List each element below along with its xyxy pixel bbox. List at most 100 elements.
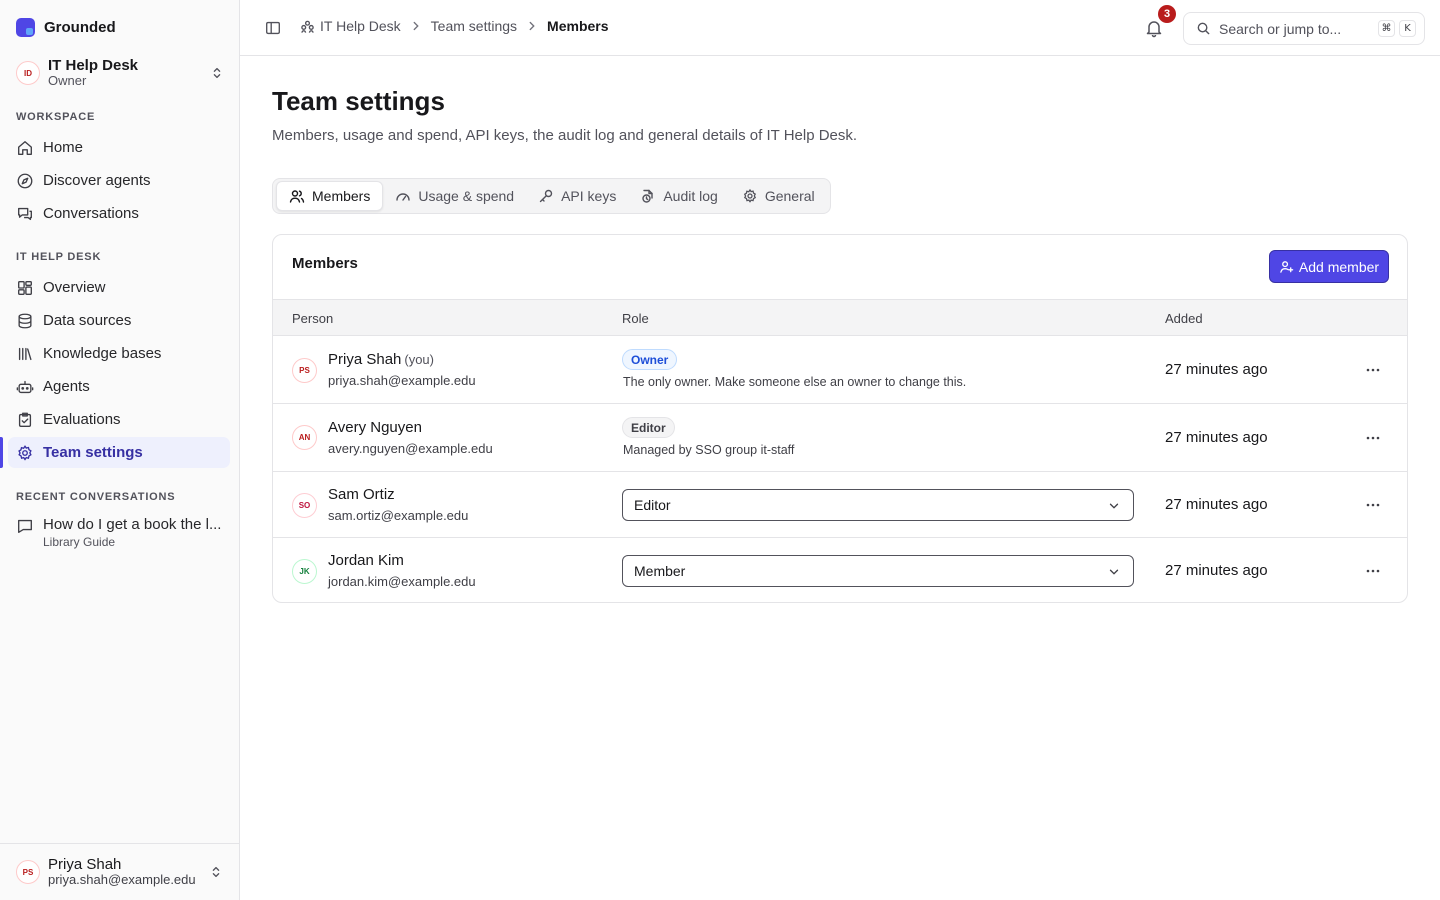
sidebar-item-team-settings[interactable]: Team settings xyxy=(8,437,230,468)
team-icon xyxy=(301,20,314,33)
tab-label: Usage & spend xyxy=(418,188,515,204)
robot-icon xyxy=(16,380,34,393)
breadcrumb: IT Help Desk Team settings Members xyxy=(300,18,609,34)
user-name: Priya Shah xyxy=(48,855,122,873)
add-member-button[interactable]: Add member xyxy=(1269,250,1389,283)
brand[interactable]: Grounded xyxy=(16,18,116,37)
sidebar-item-label: Conversations xyxy=(43,205,139,222)
sidebar-item-label: Discover agents xyxy=(43,172,151,189)
sidebar-item-conversations[interactable]: Conversations xyxy=(8,198,230,229)
search-placeholder: Search or jump to... xyxy=(1219,20,1342,37)
dashboard-icon xyxy=(18,280,32,295)
recent-conversation-agent: Library Guide xyxy=(43,535,116,549)
tab-members[interactable]: Members xyxy=(276,181,384,211)
sidebar-item-label: Knowledge bases xyxy=(43,345,162,362)
tab-label: API keys xyxy=(561,188,617,204)
recent-conversation-item[interactable]: How do I get a book the l... Library Gui… xyxy=(8,512,230,554)
chevron-right-icon xyxy=(413,21,419,31)
chevron-down-icon xyxy=(1109,503,1119,509)
section-label-workspace: WORKSPACE xyxy=(16,111,96,123)
section-label-team: IT HELP DESK xyxy=(16,251,102,263)
sidebar-item-label: Agents xyxy=(43,378,90,395)
avatar: AN xyxy=(292,425,317,450)
member-name: Sam Ortiz xyxy=(328,486,395,503)
sidebar-item-knowledge-bases[interactable]: Knowledge bases xyxy=(8,338,230,369)
more-options-icon[interactable] xyxy=(1363,428,1383,448)
notification-count-badge: 3 xyxy=(1158,5,1176,23)
sidebar-item-label: Evaluations xyxy=(43,411,121,428)
shortcut-key-k: K xyxy=(1399,20,1416,37)
sidebar-item-data-sources[interactable]: Data sources xyxy=(8,305,230,336)
search-input[interactable]: Search or jump to... ⌘ K xyxy=(1183,12,1425,45)
workspace-name: IT Help Desk xyxy=(48,56,139,74)
sidebar-toggle-icon[interactable] xyxy=(264,19,282,37)
tab-general[interactable]: General xyxy=(730,181,827,211)
chat-bubble-icon xyxy=(18,519,32,533)
member-name-text: Priya Shah xyxy=(328,351,402,368)
main-content: IT Help Desk Team settings Members 3 Sea… xyxy=(240,0,1440,900)
library-icon xyxy=(18,347,32,360)
role-note: Managed by SSO group it-staff xyxy=(623,443,795,457)
sidebar-item-overview[interactable]: Overview xyxy=(8,272,230,303)
table-row: JK Jordan Kim jordan.kim@example.edu Mem… xyxy=(273,538,1407,602)
role-note: The only owner. Make someone else an own… xyxy=(623,375,967,389)
tab-usage-spend[interactable]: Usage & spend xyxy=(383,181,526,211)
app-root: Grounded ID IT Help Desk Owner WORKSPACE… xyxy=(0,0,1440,900)
workspace-avatar: ID xyxy=(16,61,40,85)
grounded-logo-icon xyxy=(16,18,35,37)
added-time: 27 minutes ago xyxy=(1165,496,1268,513)
added-time: 27 minutes ago xyxy=(1165,429,1268,446)
search-icon xyxy=(1197,22,1210,35)
breadcrumb-team-settings[interactable]: Team settings xyxy=(431,18,517,34)
you-tag: (you) xyxy=(404,352,434,367)
compass-icon xyxy=(17,173,33,188)
sidebar-item-home[interactable]: Home xyxy=(8,132,230,163)
sidebar-item-discover-agents[interactable]: Discover agents xyxy=(8,165,230,196)
add-member-label: Add member xyxy=(1298,258,1380,275)
sidebar-item-evaluations[interactable]: Evaluations xyxy=(8,404,230,435)
sidebar-item-label: Data sources xyxy=(43,312,132,329)
tab-api-keys[interactable]: API keys xyxy=(526,181,628,211)
page-title: Team settings xyxy=(272,86,445,116)
more-options-icon[interactable] xyxy=(1363,495,1383,515)
role-select[interactable]: Member xyxy=(622,555,1134,587)
database-icon xyxy=(18,313,32,328)
chevron-up-down-icon xyxy=(212,866,220,878)
member-email: sam.ortiz@example.edu xyxy=(328,508,469,523)
role-select[interactable]: Editor xyxy=(622,489,1134,521)
member-email: priya.shah@example.edu xyxy=(328,373,476,388)
member-email: jordan.kim@example.edu xyxy=(328,574,476,589)
user-menu[interactable]: PS Priya Shah priya.shah@example.edu xyxy=(0,843,239,900)
tab-audit-log[interactable]: Audit log xyxy=(628,181,729,211)
member-name: Priya Shah (you) xyxy=(328,351,434,368)
sidebar-item-label: Overview xyxy=(43,279,106,296)
settings-tabs: Members Usage & spend API keys Audit log… xyxy=(272,178,831,214)
table-row: PS Priya Shah (you) priya.shah@example.ed… xyxy=(273,336,1407,404)
more-options-icon[interactable] xyxy=(1363,360,1383,380)
brand-name: Grounded xyxy=(44,19,116,36)
members-card: Members Add member Person Role Added PS … xyxy=(272,234,1408,603)
role-badge-editor: Editor xyxy=(622,417,675,438)
more-options-icon[interactable] xyxy=(1363,561,1383,581)
workspace-switcher[interactable]: ID IT Help Desk Owner xyxy=(16,56,224,90)
breadcrumb-workspace[interactable]: IT Help Desk xyxy=(320,18,401,34)
column-header-person: Person xyxy=(292,311,334,326)
chevron-right-icon xyxy=(529,21,535,31)
member-email: avery.nguyen@example.edu xyxy=(328,441,493,456)
breadcrumb-current: Members xyxy=(547,18,609,34)
members-card-title: Members xyxy=(292,255,358,272)
tab-label: Members xyxy=(312,188,371,204)
audit-log-icon xyxy=(642,189,654,203)
home-icon xyxy=(18,140,32,155)
added-time: 27 minutes ago xyxy=(1165,562,1268,579)
gear-icon xyxy=(743,188,756,203)
members-table-header: Person Role Added xyxy=(273,299,1407,336)
chevron-up-down-icon xyxy=(213,67,221,79)
role-badge-owner: Owner xyxy=(622,349,678,370)
chevron-down-icon xyxy=(1109,569,1119,575)
sidebar-item-agents[interactable]: Agents xyxy=(8,371,230,402)
table-row: SO Sam Ortiz sam.ortiz@example.edu Edito… xyxy=(273,472,1407,538)
section-label-recent: RECENT CONVERSATIONS xyxy=(16,491,176,503)
role-select-value: Editor xyxy=(634,497,671,513)
role-select-value: Member xyxy=(634,563,686,579)
